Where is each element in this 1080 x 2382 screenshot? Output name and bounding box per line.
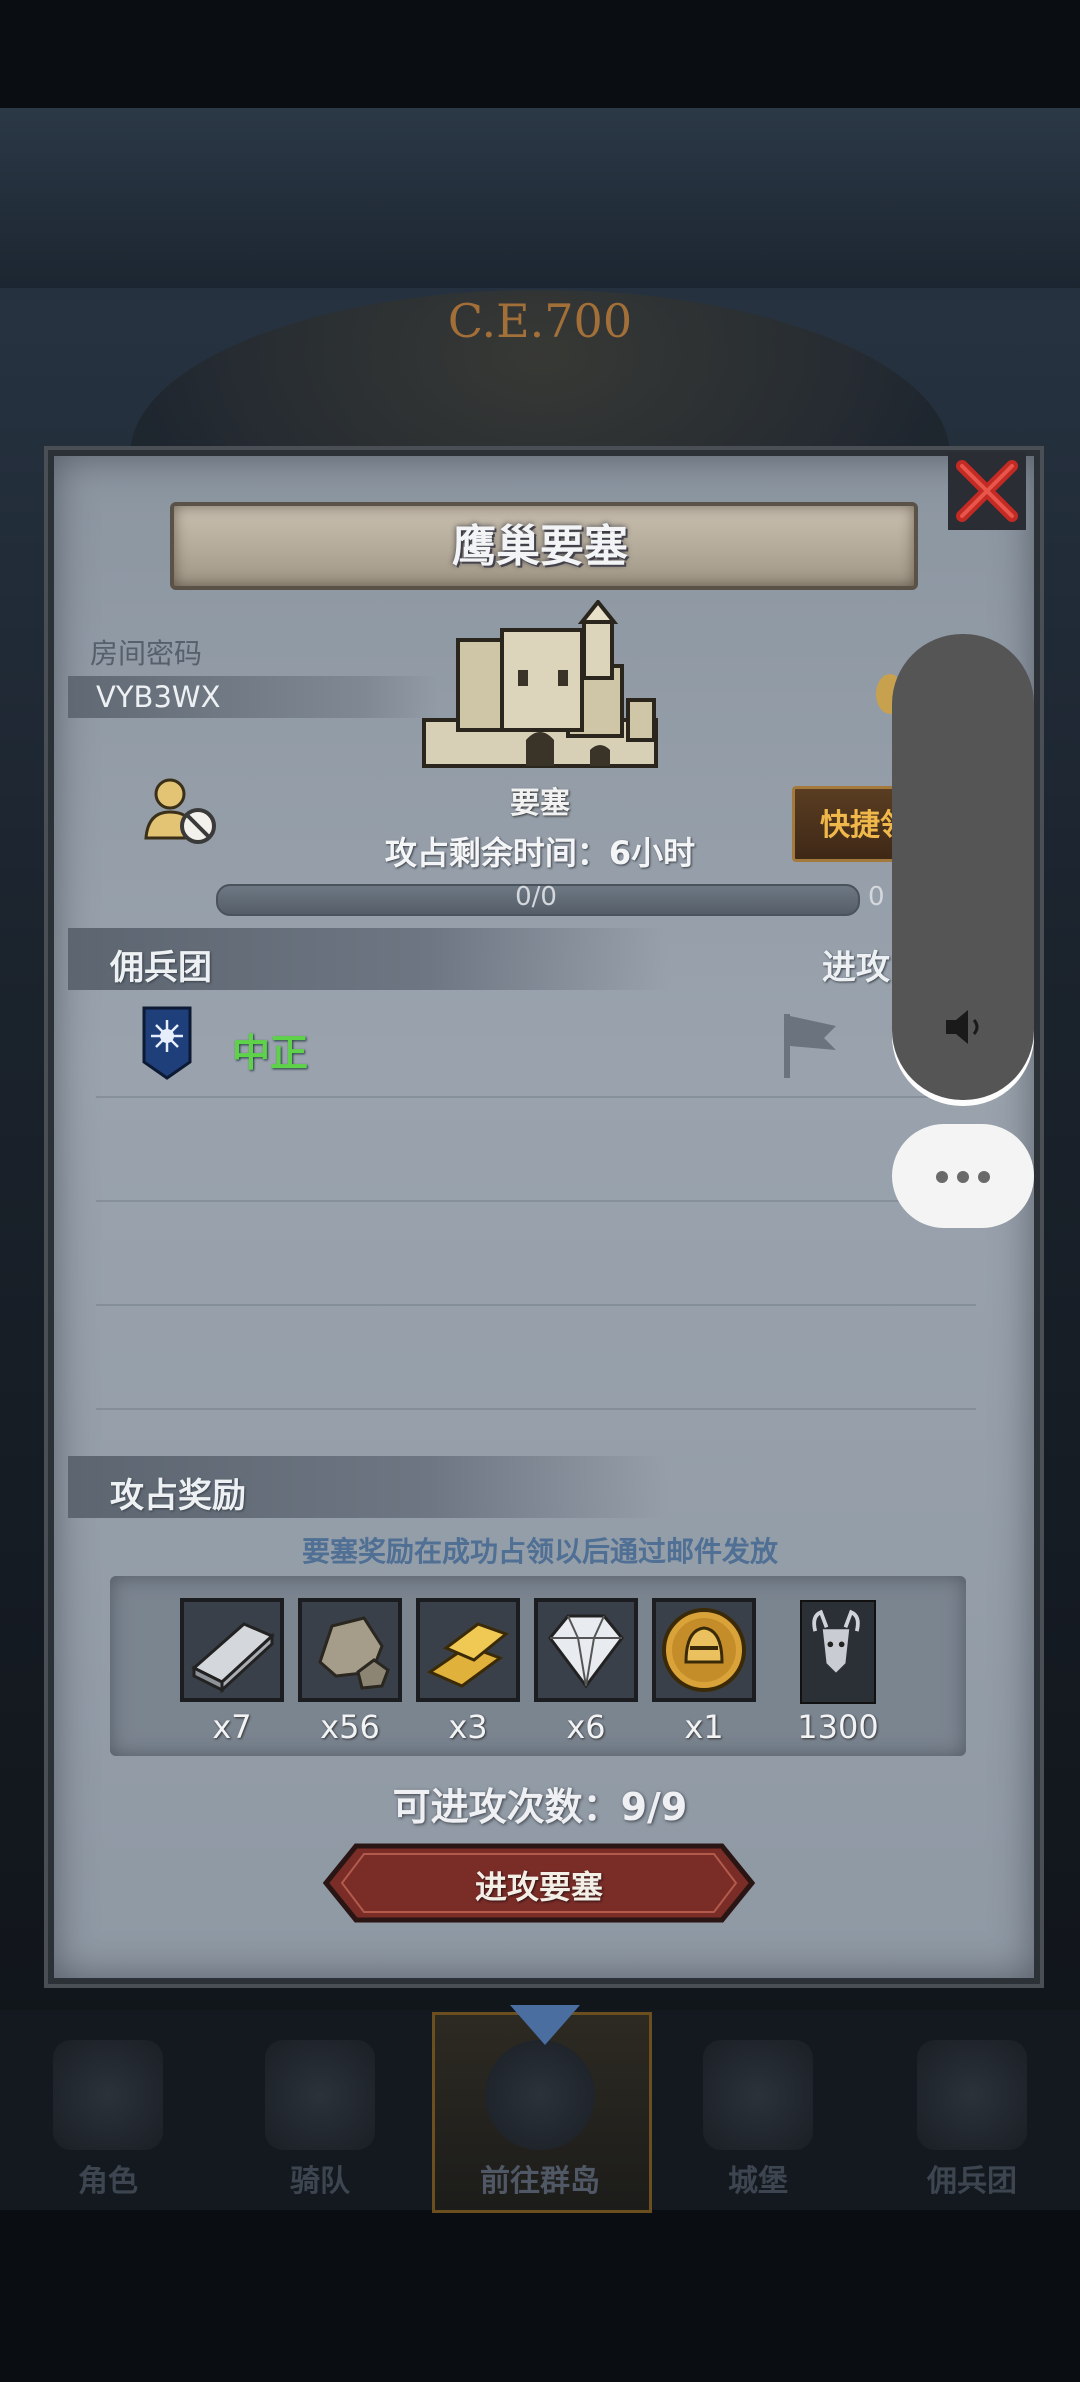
attack-fortress-label: 进攻要塞 [474, 1868, 603, 1906]
building-label: 要塞 [510, 786, 570, 821]
helmet-icon [265, 2040, 375, 2150]
more-dot [936, 1171, 948, 1183]
dialog-title: 鹰巢要塞 [452, 521, 628, 572]
reward-minotaur-banner[interactable] [800, 1600, 876, 1704]
reward-knight-coin[interactable] [652, 1598, 756, 1702]
reward-note: 要塞奖励在成功占领以后通过邮件发放 [301, 1535, 778, 1568]
knight-helmet-coin-icon [662, 1608, 746, 1692]
speaker-icon[interactable] [940, 1004, 986, 1050]
close-icon[interactable] [948, 452, 1026, 530]
reward-qty: x1 [684, 1708, 724, 1746]
nav-label: 佣兵团 [927, 2164, 1017, 2199]
progress-right-value: 0 [868, 882, 885, 912]
silver-ingot-icon [191, 1622, 275, 1694]
room-code-value: VYB3WX [96, 680, 221, 714]
reward-qty: x56 [320, 1708, 380, 1746]
reward-stone[interactable] [298, 1598, 402, 1702]
soldier-icon [917, 2040, 1027, 2150]
more-dot [957, 1171, 969, 1183]
reward-qty: x7 [212, 1708, 252, 1746]
reward-gold-bar[interactable] [416, 1598, 520, 1702]
reward-qty: x6 [566, 1708, 606, 1746]
stone-icon [318, 1616, 390, 1690]
globe-icon [485, 2040, 595, 2150]
nav-item-mercenary[interactable]: 佣兵团 [882, 2030, 1062, 2205]
progress-text: 0/0 [515, 882, 557, 912]
nav-label: 城堡 [728, 2164, 788, 2199]
faction-name: 中正 [232, 1031, 309, 1075]
row-divider [96, 1304, 976, 1306]
game-top-area [0, 108, 1080, 288]
attack-header: 进攻 [822, 948, 890, 988]
minotaur-banner-icon [812, 1609, 860, 1673]
castle-icon [703, 2040, 813, 2150]
flag-icon[interactable] [780, 1010, 840, 1080]
reward-silver-ingot[interactable] [180, 1598, 284, 1702]
gold-bar-icon [426, 1622, 510, 1688]
reward-header: 攻占奖励 [110, 1476, 246, 1516]
fortress-icon [422, 600, 658, 768]
quick-claim-label: 快捷领 [820, 808, 900, 843]
nav-item-islands[interactable]: 前往群岛 [450, 2030, 630, 2205]
reward-qty: x3 [448, 1708, 488, 1746]
chevron-down-icon [510, 2005, 580, 2045]
row-divider [96, 1200, 976, 1202]
nav-label: 角色 [78, 2164, 138, 2199]
mercenary-header: 佣兵团 [110, 948, 212, 988]
room-code-label: 房间密码 [90, 637, 203, 670]
nav-item-castle[interactable]: 城堡 [668, 2030, 848, 2205]
knight-icon [53, 2040, 163, 2150]
no-user-icon[interactable] [142, 776, 220, 846]
row-divider [96, 1408, 976, 1410]
nav-item-character[interactable]: 角色 [18, 2030, 198, 2205]
nav-item-cavalry[interactable]: 骑队 [230, 2030, 410, 2205]
row-divider [96, 1096, 976, 1098]
diamond-icon [548, 1614, 624, 1689]
reward-qty: 1300 [797, 1708, 879, 1746]
nav-label: 前往群岛 [480, 2164, 600, 2199]
more-dot [978, 1171, 990, 1183]
era-label: C.E.700 [447, 294, 633, 348]
attack-attempts-text: 可进攻次数：9/9 [392, 1785, 688, 1829]
reward-diamond[interactable] [534, 1598, 638, 1702]
nav-label: 骑队 [290, 2164, 350, 2199]
faction-shield-icon [142, 1006, 192, 1080]
occupation-time-text: 攻占剩余时间：6小时 [384, 834, 696, 872]
